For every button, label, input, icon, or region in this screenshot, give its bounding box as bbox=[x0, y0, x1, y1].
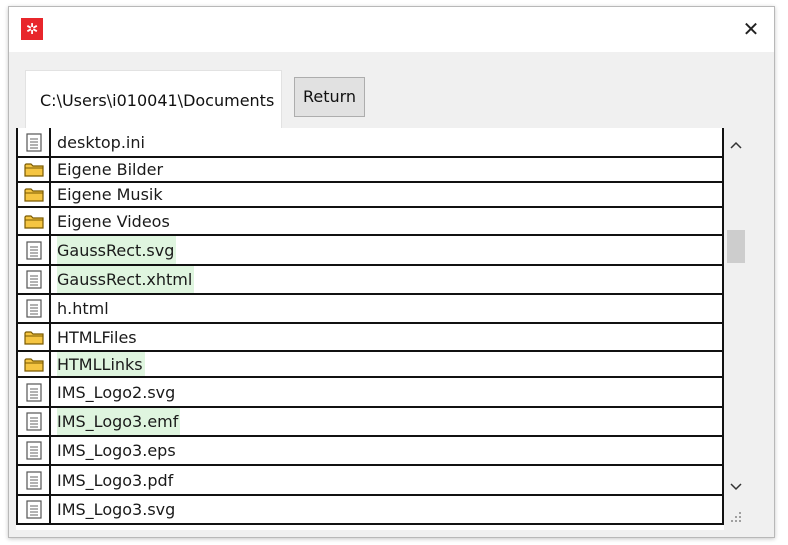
file-icon bbox=[18, 236, 51, 264]
list-item[interactable]: HTMLLinks bbox=[16, 352, 724, 378]
list-item-name: h.html bbox=[57, 299, 109, 318]
file-icon bbox=[18, 466, 51, 494]
list-item-name: IMS_Logo3.eps bbox=[57, 441, 176, 460]
file-icon bbox=[18, 408, 51, 435]
scroll-up-arrow-icon[interactable] bbox=[725, 134, 747, 156]
list-item-name: IMS_Logo3.svg bbox=[57, 500, 176, 519]
title-bar: ✲ ✕ bbox=[9, 7, 774, 52]
list-item-name: desktop.ini bbox=[57, 132, 145, 152]
list-item-name: IMS_Logo2.svg bbox=[57, 382, 176, 402]
list-item[interactable]: Eigene Bilder bbox=[16, 158, 724, 183]
list-item[interactable]: GaussRect.xhtml bbox=[16, 266, 724, 295]
file-icon bbox=[18, 378, 51, 406]
file-icon bbox=[18, 496, 51, 523]
list-item[interactable]: IMS_Logo3.pdf bbox=[16, 466, 724, 496]
folder-icon bbox=[18, 158, 51, 181]
resize-grip-icon[interactable] bbox=[729, 510, 743, 524]
file-icon bbox=[18, 295, 51, 322]
list-item[interactable]: desktop.ini bbox=[16, 128, 724, 158]
list-item[interactable]: IMS_Logo3.emf bbox=[16, 408, 724, 437]
file-list: desktop.ini Eigene Bilder Eigene Musik Eige… bbox=[16, 128, 724, 530]
folder-icon bbox=[18, 183, 51, 206]
list-item-name: Eigene Videos bbox=[57, 211, 170, 231]
list-item[interactable]: Eigene Musik bbox=[16, 183, 724, 208]
folder-icon bbox=[18, 352, 51, 376]
file-icon bbox=[18, 128, 51, 156]
list-item-name: IMS_Logo3.emf bbox=[57, 408, 181, 435]
close-button[interactable]: ✕ bbox=[728, 7, 774, 52]
path-display[interactable]: C:\Users\i010041\Documents bbox=[25, 70, 282, 129]
vertical-scrollbar[interactable] bbox=[725, 128, 747, 530]
list-item-name: IMS_Logo3.pdf bbox=[57, 470, 174, 490]
scroll-down-arrow-icon[interactable] bbox=[725, 476, 747, 498]
list-item[interactable]: IMS_Logo3.eps bbox=[16, 437, 724, 466]
file-icon bbox=[18, 266, 51, 293]
list-item[interactable]: HTMLFiles bbox=[16, 324, 724, 352]
folder-icon bbox=[18, 208, 51, 234]
list-item[interactable]: h.html bbox=[16, 295, 724, 324]
list-item[interactable]: Eigene Videos bbox=[16, 208, 724, 236]
list-item[interactable]: GaussRect.svg bbox=[16, 236, 724, 266]
list-item-name: HTMLFiles bbox=[57, 327, 137, 347]
list-item[interactable]: IMS_Logo3.svg bbox=[16, 496, 724, 525]
list-item-name: Eigene Musik bbox=[57, 185, 163, 204]
folder-icon bbox=[18, 324, 51, 350]
list-item-name: HTMLLinks bbox=[57, 352, 145, 376]
return-button[interactable]: Return bbox=[294, 77, 365, 117]
list-item-name: GaussRect.xhtml bbox=[57, 266, 195, 293]
list-item-name: GaussRect.svg bbox=[57, 236, 177, 264]
list-item-name: Eigene Bilder bbox=[57, 160, 164, 179]
app-gear-icon: ✲ bbox=[21, 18, 43, 40]
list-item[interactable]: IMS_Logo2.svg bbox=[16, 378, 724, 408]
scroll-thumb[interactable] bbox=[727, 230, 745, 263]
file-icon bbox=[18, 437, 51, 464]
